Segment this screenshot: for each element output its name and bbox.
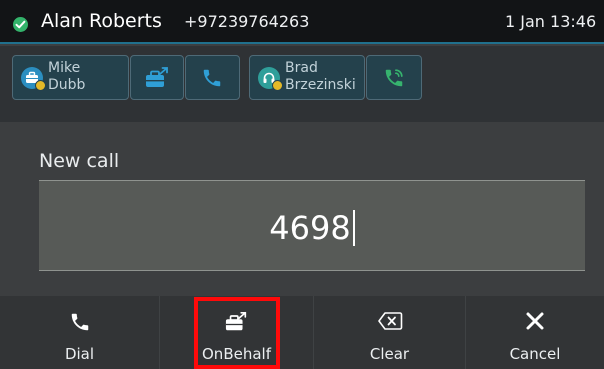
text-caret xyxy=(352,210,355,246)
blf-call-mike-button[interactable] xyxy=(185,55,240,100)
cancel-label: Cancel xyxy=(509,345,561,363)
presence-away-dot xyxy=(272,80,283,91)
blf-label: Brad Brzezinski xyxy=(285,60,356,93)
onbehalf-label: OnBehalf xyxy=(202,345,271,363)
clear-label: Clear xyxy=(369,345,410,363)
user-name: Alan Roberts xyxy=(41,10,162,32)
blf-key-brad-brzezinski[interactable]: Brad Brzezinski xyxy=(249,55,365,100)
softkey-bar: Dial OnBehalf Clear Cancel xyxy=(0,296,604,369)
user-number: +97239764263 xyxy=(184,12,310,31)
dial-input[interactable]: 4698 xyxy=(39,180,585,271)
page-title: New call xyxy=(39,150,120,172)
dial-label: Dial xyxy=(64,345,95,363)
status-bar: Alan Roberts +97239764263 1 Jan 13:46 xyxy=(0,0,604,44)
blf-call-brad-button[interactable] xyxy=(366,55,422,100)
phone-icon xyxy=(201,67,223,93)
check-icon xyxy=(13,17,28,32)
blf-label: Mike Dubb xyxy=(48,60,86,93)
contact-avatar xyxy=(21,67,46,91)
blf-key-mike-dubb[interactable]: Mike Dubb xyxy=(12,55,129,100)
briefcase-arrow-icon xyxy=(145,67,171,93)
close-icon xyxy=(466,311,604,335)
dial-button[interactable]: Dial xyxy=(0,296,160,369)
onbehalf-button[interactable]: OnBehalf xyxy=(160,296,314,369)
cancel-button[interactable]: Cancel xyxy=(466,296,604,369)
blf-strip: Mike Dubb Brad Brzezinski xyxy=(0,46,604,122)
phone-icon xyxy=(0,311,159,335)
dial-input-value: 4698 xyxy=(269,209,351,247)
blf-onbehalf-button[interactable] xyxy=(130,55,184,100)
contact-avatar xyxy=(258,67,283,91)
date-time: 1 Jan 13:46 xyxy=(505,12,597,31)
phone-ringing-icon xyxy=(382,67,406,93)
briefcase-arrow-icon xyxy=(160,311,313,335)
clear-button[interactable]: Clear xyxy=(314,296,466,369)
presence-away-dot xyxy=(35,80,46,91)
backspace-icon xyxy=(314,311,465,335)
